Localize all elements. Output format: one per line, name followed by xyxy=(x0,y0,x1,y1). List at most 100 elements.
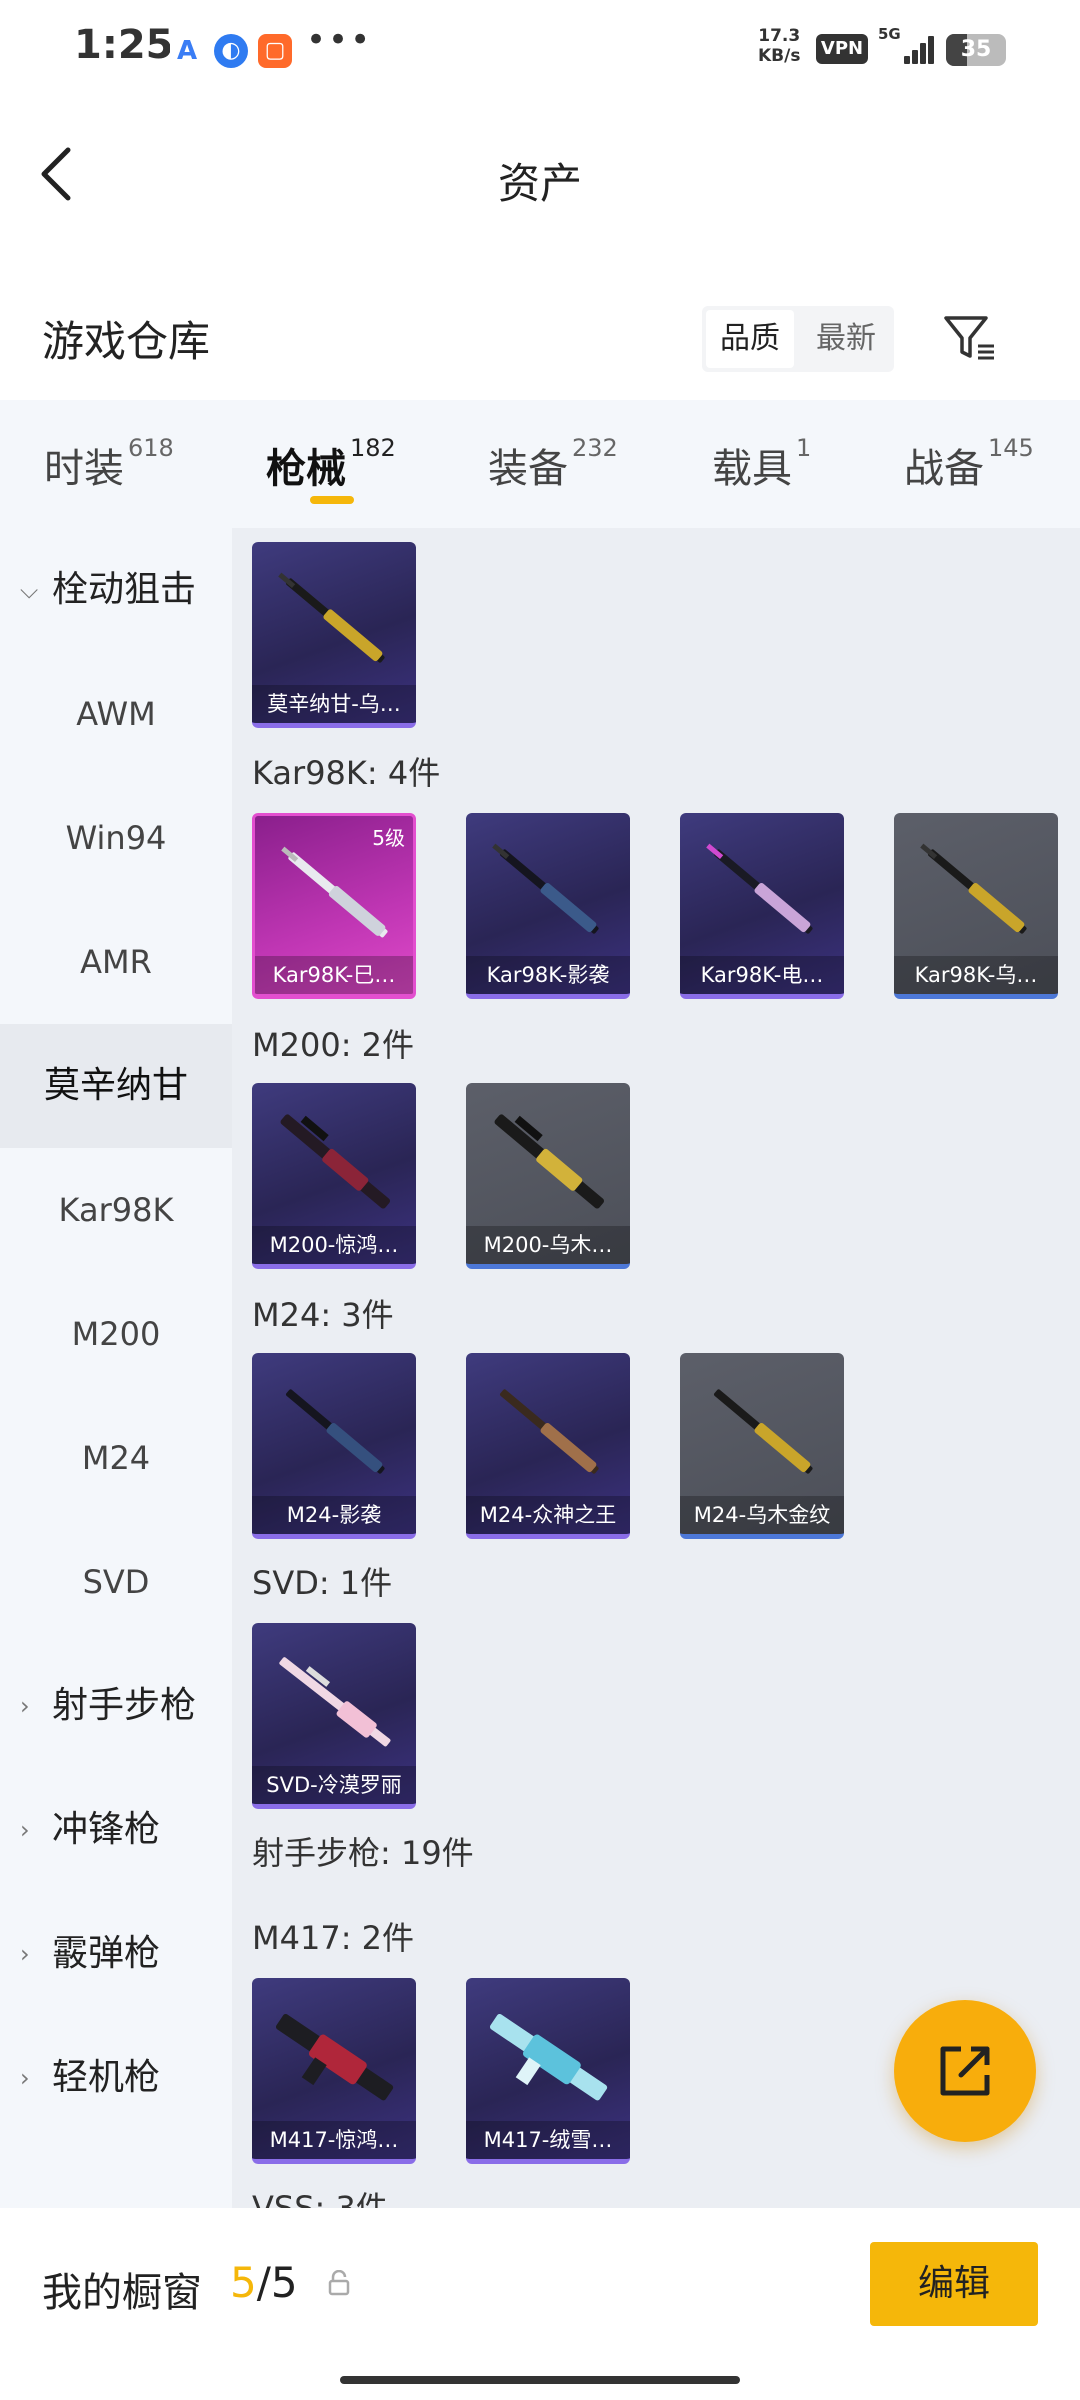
tab-count: 232 xyxy=(572,434,618,462)
sidebar-item-svd[interactable]: SVD xyxy=(0,1520,232,1644)
sidebar-group-dmr[interactable]: › 射手步枪 xyxy=(0,1644,232,1768)
vpn-badge: VPN xyxy=(816,34,868,64)
tab-fashion[interactable]: 时装 618 xyxy=(44,434,174,496)
weapon-card[interactable]: 5级 Kar98K-巳… xyxy=(252,813,416,999)
weapon-name: Kar98K-乌… xyxy=(894,956,1058,994)
sidebar-item-m24[interactable]: M24 xyxy=(0,1396,232,1520)
share-out-icon xyxy=(940,2046,990,2096)
sort-newest-button[interactable]: 最新 xyxy=(802,310,890,368)
speed-unit: KB/s xyxy=(758,46,801,66)
group-heading: M417: 2件 xyxy=(252,1919,415,1957)
weapon-card[interactable]: Kar98K-影袭 xyxy=(466,813,630,999)
status-bar: 1:25 A ◐ ▢ ••• 17.3 KB/s VPN 5G 35 xyxy=(0,0,1080,100)
weapon-name: Kar98K-电… xyxy=(680,956,844,994)
battery-icon: 35 xyxy=(946,34,1006,66)
weapon-card[interactable]: M200-乌木… xyxy=(466,1083,630,1269)
more-notifications-icon: ••• xyxy=(306,20,373,60)
tab-vehicles[interactable]: 载具 1 xyxy=(712,434,812,496)
weapon-card[interactable]: Kar98K-电… xyxy=(680,813,844,999)
tab-equipment[interactable]: 装备 232 xyxy=(488,434,618,496)
chevron-right-icon: › xyxy=(20,1940,30,1968)
category-tabs: 时装 618 枪械 182 装备 232 载具 1 战备 145 xyxy=(0,400,1080,528)
group-heading: M24: 3件 xyxy=(252,1296,394,1334)
page-title: 资产 xyxy=(497,159,582,208)
sidebar-group-shotgun[interactable]: › 霰弹枪 xyxy=(0,1892,232,2016)
sort-toggle: 品质 最新 xyxy=(702,306,894,372)
weapon-name: M417-绒雪… xyxy=(466,2121,630,2159)
sidebar-group-bolt-action[interactable]: ⌵ 栓动狙击 xyxy=(0,528,232,652)
weapon-grid: 莫辛纳甘-乌… Kar98K: 4件 5级 Kar98K-巳… Kar98K-影… xyxy=(232,528,1080,2208)
group-heading: Kar98K: 4件 xyxy=(252,754,441,792)
sidebar-group-smg[interactable]: › 冲锋枪 xyxy=(0,1768,232,1892)
group-heading: M200: 2件 xyxy=(252,1026,415,1064)
status-time: 1:25 xyxy=(74,22,174,68)
sidebar-item-label: 射手步枪 xyxy=(52,1685,197,1726)
weapon-name: Kar98K-影袭 xyxy=(466,956,630,994)
weapon-sidebar: ⌵ 栓动狙击 AWM Win94 AMR 莫辛纳甘 Kar98K M200 M24… xyxy=(0,528,232,2208)
showcase-bar: 我的橱窗 5/5 编辑 xyxy=(0,2208,1080,2400)
weapon-name: M200-惊鸿… xyxy=(252,1226,416,1264)
app-bird-icon: ◐ xyxy=(214,34,248,68)
lock-icon xyxy=(326,2269,352,2300)
tab-label: 时装 xyxy=(44,446,124,492)
chevron-right-icon: › xyxy=(20,2064,30,2092)
weapon-name: 莫辛纳甘-乌… xyxy=(252,685,416,723)
tab-count: 618 xyxy=(128,434,174,462)
sidebar-item-label: 轻机枪 xyxy=(52,2057,161,2098)
showcase-total: /5 xyxy=(256,2258,298,2307)
sidebar-item-label: 栓动狙击 xyxy=(52,569,197,610)
weapon-card[interactable]: M24-影袭 xyxy=(252,1353,416,1539)
tab-guns[interactable]: 枪械 182 xyxy=(266,434,396,496)
weapon-name: M24-影袭 xyxy=(252,1496,416,1534)
weapon-name: M200-乌木… xyxy=(466,1226,630,1264)
sidebar-item-label: 冲锋枪 xyxy=(52,1809,161,1850)
chevron-right-icon: › xyxy=(20,1816,30,1844)
group-heading: VSS: 3件 xyxy=(252,2189,388,2208)
weapon-name: M24-众神之王 xyxy=(466,1496,630,1534)
weapon-card[interactable]: Kar98K-乌… xyxy=(894,813,1058,999)
weapon-name: M24-乌木金纹 xyxy=(680,1496,844,1534)
sidebar-item-win94[interactable]: Win94 xyxy=(0,776,232,900)
share-out-button[interactable] xyxy=(894,2000,1036,2142)
group-heading: 射手步枪: 19件 xyxy=(252,1834,474,1872)
edit-button[interactable]: 编辑 xyxy=(870,2242,1038,2326)
network-type: 5G xyxy=(878,25,901,43)
weapon-card[interactable]: SVD-冷漠罗丽 xyxy=(252,1623,416,1809)
app-shop-icon: ▢ xyxy=(258,34,292,68)
showcase-current: 5 xyxy=(230,2258,257,2307)
sidebar-item-label: 霰弹枪 xyxy=(52,1933,161,1974)
section-title: 游戏仓库 xyxy=(42,317,211,366)
sidebar-item-awm[interactable]: AWM xyxy=(0,652,232,776)
sort-quality-button[interactable]: 品质 xyxy=(706,310,794,368)
weapon-name: SVD-冷漠罗丽 xyxy=(252,1766,416,1804)
weapon-name: M417-惊鸿… xyxy=(252,2121,416,2159)
chevron-right-icon: › xyxy=(20,1692,30,1720)
tab-supplies[interactable]: 战备 145 xyxy=(904,434,1034,496)
filter-icon[interactable] xyxy=(940,308,1000,368)
home-indicator[interactable] xyxy=(340,2376,740,2384)
tab-label: 载具 xyxy=(712,446,792,492)
weapon-card[interactable]: M417-绒雪… xyxy=(466,1978,630,2164)
weapon-card[interactable]: M24-乌木金纹 xyxy=(680,1353,844,1539)
active-tab-indicator xyxy=(310,496,354,504)
tab-count: 182 xyxy=(350,434,396,462)
speed-value: 17.3 xyxy=(758,26,801,46)
weapon-card[interactable]: M417-惊鸿… xyxy=(252,1978,416,2164)
showcase-count: 5/5 xyxy=(230,2258,298,2307)
sidebar-item-m200[interactable]: M200 xyxy=(0,1272,232,1396)
sidebar-item-mosin[interactable]: 莫辛纳甘 xyxy=(0,1024,232,1148)
showcase-label: 我的橱窗 xyxy=(42,2270,202,2316)
battery-level: 35 xyxy=(960,37,992,62)
tab-count: 1 xyxy=(796,434,812,462)
warehouse-header: 游戏仓库 品质 最新 xyxy=(0,250,1080,400)
weapon-card[interactable]: 莫辛纳甘-乌… xyxy=(252,542,416,728)
app-a-icon: A xyxy=(170,34,204,68)
sidebar-group-lmg[interactable]: › 轻机枪 xyxy=(0,2016,232,2140)
weapon-card[interactable]: M200-惊鸿… xyxy=(252,1083,416,1269)
tab-count: 145 xyxy=(988,434,1034,462)
level-badge: 5级 xyxy=(372,826,405,850)
weapon-card[interactable]: M24-众神之王 xyxy=(466,1353,630,1539)
sidebar-item-amr[interactable]: AMR xyxy=(0,900,232,1024)
tab-label: 枪械 xyxy=(266,446,346,492)
sidebar-item-kar98k[interactable]: Kar98K xyxy=(0,1148,232,1272)
